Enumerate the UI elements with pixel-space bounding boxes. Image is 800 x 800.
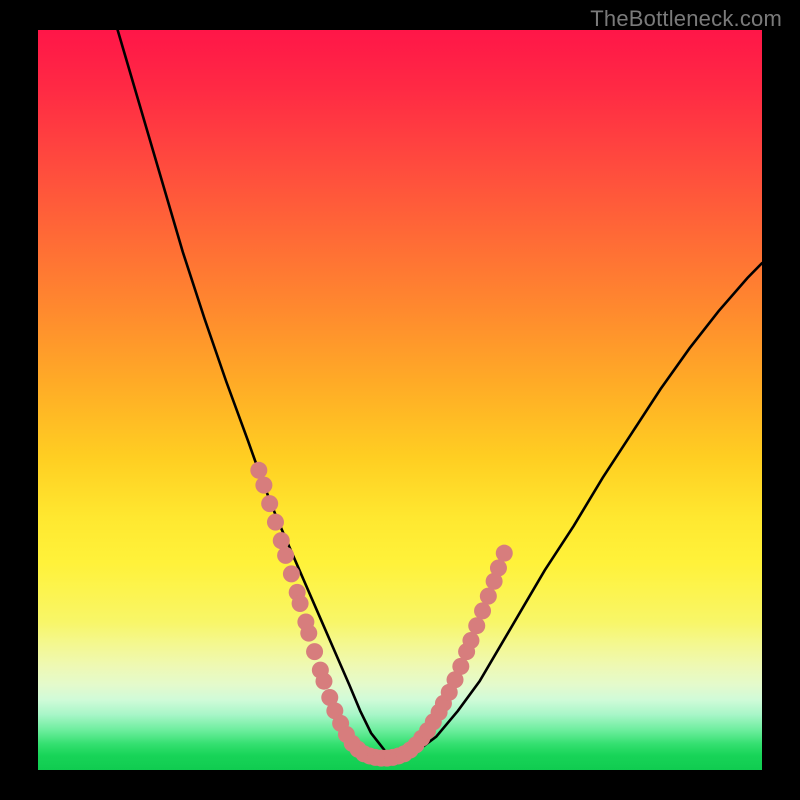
highlight-point: [306, 643, 323, 660]
highlight-point: [250, 462, 267, 479]
highlight-points: [250, 462, 512, 767]
highlight-point: [474, 602, 491, 619]
highlight-point: [292, 595, 309, 612]
highlight-point: [490, 559, 507, 576]
highlight-point: [452, 658, 469, 675]
highlight-point: [315, 673, 332, 690]
highlight-point: [283, 565, 300, 582]
bottleneck-curve: [118, 30, 762, 757]
curve-layer: [38, 30, 762, 770]
highlight-point: [273, 532, 290, 549]
chart-frame: TheBottleneck.com: [0, 0, 800, 800]
highlight-point: [480, 588, 497, 605]
highlight-point: [261, 495, 278, 512]
highlight-point: [468, 617, 485, 634]
highlight-point: [462, 632, 479, 649]
plot-area: [38, 30, 762, 770]
highlight-point: [300, 625, 317, 642]
watermark-text: TheBottleneck.com: [590, 6, 782, 32]
highlight-point: [267, 514, 284, 531]
highlight-point: [255, 477, 272, 494]
highlight-point: [277, 547, 294, 564]
highlight-point: [496, 545, 513, 562]
